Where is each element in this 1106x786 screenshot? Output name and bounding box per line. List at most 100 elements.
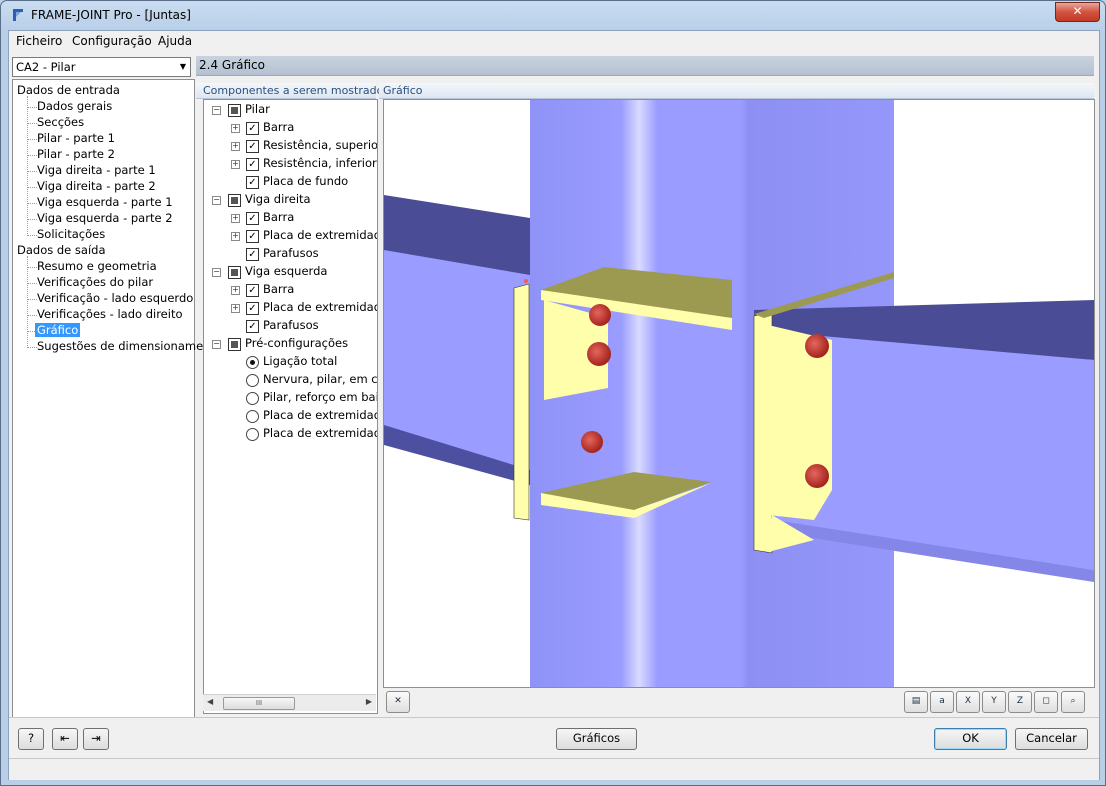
scroll-thumb[interactable]: III: [223, 697, 295, 710]
scroll-right-icon[interactable]: ▶: [366, 697, 372, 706]
expand-icon[interactable]: +: [231, 304, 240, 313]
radio-unselected[interactable]: [246, 410, 259, 423]
menu-ficheiro[interactable]: Ficheiro: [16, 34, 62, 48]
nav-item-resumo[interactable]: Resumo e geometria: [37, 259, 157, 273]
tree-line: [27, 283, 37, 284]
nav-item-dados-gerais[interactable]: Dados gerais: [37, 99, 112, 113]
export-button[interactable]: ⇥: [83, 728, 109, 750]
tree-item[interactable]: + ✓ Resistência, superior: [204, 138, 377, 154]
tree-item[interactable]: ✓ Placa de fundo: [204, 174, 374, 190]
tree-item[interactable]: ✓ Parafusos: [204, 318, 374, 334]
checkbox-partial[interactable]: [228, 266, 241, 279]
radio-unselected[interactable]: [246, 374, 259, 387]
nav-item-viga-direita-1[interactable]: Viga direita - parte 1: [37, 163, 156, 177]
node-marker: [524, 279, 528, 283]
expand-icon[interactable]: +: [231, 286, 240, 295]
expand-icon[interactable]: +: [231, 232, 240, 241]
nav-item-solicitacoes[interactable]: Solicitações: [37, 227, 105, 241]
checkbox-checked[interactable]: ✓: [246, 230, 259, 243]
radio-selected[interactable]: [246, 356, 259, 369]
nav-item-verificacoes-pilar[interactable]: Verificações do pilar: [37, 275, 153, 289]
tree-line: [27, 219, 37, 220]
print-icon[interactable]: ▤: [904, 691, 928, 713]
graphic-header-bar: [379, 83, 1094, 99]
nav-item-viga-esquerda-2[interactable]: Viga esquerda - parte 2: [37, 211, 173, 225]
scroll-left-icon[interactable]: ◀: [207, 697, 213, 706]
nav-item-viga-esquerda-1[interactable]: Viga esquerda - parte 1: [37, 195, 173, 209]
item-label: Placa de extremidade: [263, 300, 378, 314]
cancel-button[interactable]: Cancelar: [1015, 728, 1088, 750]
preset-option[interactable]: Nervura, pilar, em cim: [204, 372, 377, 388]
menu-configuracao[interactable]: Configuração: [72, 34, 152, 48]
expand-icon[interactable]: +: [231, 124, 240, 133]
tree-item[interactable]: ✓ Parafusos: [204, 246, 374, 262]
tree-item[interactable]: + ✓ Resistência, inferior: [204, 156, 377, 172]
preset-option[interactable]: Placa de extremidade: [204, 426, 377, 442]
view-z-icon[interactable]: Z: [1008, 691, 1032, 713]
import-button[interactable]: ⇤: [52, 728, 78, 750]
graphics-button[interactable]: Gráficos: [556, 728, 637, 750]
checkbox-partial[interactable]: [228, 104, 241, 117]
help-button[interactable]: ?: [18, 728, 44, 750]
tree-item[interactable]: + ✓ Placa de extremidade: [204, 300, 377, 316]
checkbox-checked[interactable]: ✓: [246, 158, 259, 171]
expand-icon[interactable]: +: [231, 142, 240, 151]
nav-item-viga-direita-2[interactable]: Viga direita - parte 2: [37, 179, 156, 193]
nav-header-input[interactable]: Dados de entrada: [17, 83, 120, 97]
close-window-button[interactable]: ✕: [1055, 2, 1100, 22]
nav-item-sugestoes[interactable]: Sugestões de dimensionamento: [37, 339, 222, 353]
expand-icon[interactable]: +: [231, 160, 240, 169]
checkbox-partial[interactable]: [228, 194, 241, 207]
tree-item[interactable]: + ✓ Placa de extremidade: [204, 228, 377, 244]
nav-item-grafico[interactable]: Gráfico: [35, 323, 81, 337]
preset-option[interactable]: Ligação total: [204, 354, 374, 370]
collapse-icon[interactable]: −: [212, 268, 221, 277]
close-graphic-icon[interactable]: ✕: [386, 691, 410, 713]
preset-option[interactable]: Placa de extremidade: [204, 408, 377, 424]
checkbox-checked[interactable]: ✓: [246, 212, 259, 225]
nav-item-verificacoes-direito[interactable]: Verificações - lado direito: [37, 307, 183, 321]
nav-item-pilar-1[interactable]: Pilar - parte 1: [37, 131, 115, 145]
tree-group-viga-direita[interactable]: − Viga direita: [204, 192, 374, 208]
preset-label: Ligação total: [263, 354, 338, 368]
menu-ajuda[interactable]: Ajuda: [158, 34, 192, 48]
collapse-icon[interactable]: −: [212, 340, 221, 349]
ok-button[interactable]: OK: [934, 728, 1007, 750]
checkbox-checked[interactable]: ✓: [246, 122, 259, 135]
radio-unselected[interactable]: [246, 392, 259, 405]
label-icon[interactable]: a: [930, 691, 954, 713]
tree-group-pilar[interactable]: − Pilar: [204, 102, 374, 118]
nav-header-output[interactable]: Dados de saída: [17, 243, 106, 257]
tree-group-viga-esquerda[interactable]: − Viga esquerda: [204, 264, 374, 280]
zoom-icon[interactable]: ⌕: [1061, 691, 1085, 713]
checkbox-checked[interactable]: ✓: [246, 320, 259, 333]
nav-item-seccoes[interactable]: Secções: [37, 115, 84, 129]
view-x-icon[interactable]: X: [956, 691, 980, 713]
tree-item[interactable]: + ✓ Barra: [204, 210, 374, 226]
tree-item[interactable]: + ✓ Barra: [204, 120, 374, 136]
tree-group-presets[interactable]: − Pré-configurações: [204, 336, 374, 352]
collapse-icon[interactable]: −: [212, 196, 221, 205]
expand-icon[interactable]: +: [231, 214, 240, 223]
graphic-viewport[interactable]: [383, 99, 1095, 688]
item-label: Parafusos: [263, 246, 319, 260]
checkbox-checked[interactable]: ✓: [246, 140, 259, 153]
collapse-icon[interactable]: −: [212, 106, 221, 115]
preset-option[interactable]: Pilar, reforço em baixo: [204, 390, 377, 406]
tree-item[interactable]: + ✓ Barra: [204, 282, 374, 298]
radio-unselected[interactable]: [246, 428, 259, 441]
components-hscroll[interactable]: ◀ III ▶: [203, 694, 376, 711]
nav-item-verificacao-esquerdo[interactable]: Verificação - lado esquerdo: [37, 291, 193, 305]
case-select[interactable]: CA2 - Pilar ▼: [12, 57, 191, 77]
checkbox-checked[interactable]: ✓: [246, 284, 259, 297]
checkbox-partial[interactable]: [228, 338, 241, 351]
nav-item-pilar-2[interactable]: Pilar - parte 2: [37, 147, 115, 161]
checkbox-checked[interactable]: ✓: [246, 176, 259, 189]
isometric-icon[interactable]: ◻: [1034, 691, 1058, 713]
preset-label: Pilar, reforço em baixo: [263, 390, 377, 404]
checkbox-checked[interactable]: ✓: [246, 302, 259, 315]
checkbox-checked[interactable]: ✓: [246, 248, 259, 261]
view-y-icon[interactable]: Y: [982, 691, 1006, 713]
tree-line: [27, 155, 37, 156]
tree-line: [27, 203, 37, 204]
